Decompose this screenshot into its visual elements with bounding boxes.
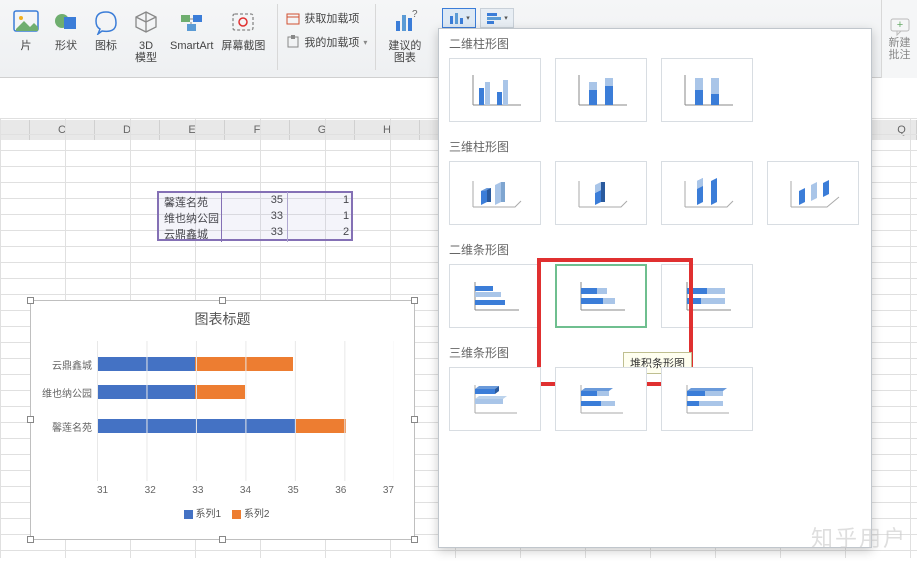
pictures-button[interactable]: 片 <box>6 4 46 54</box>
section-heading: 二维条形图 <box>439 235 871 264</box>
watermark: 知乎用户 <box>811 521 907 553</box>
bar-series1[interactable] <box>97 419 296 433</box>
section-heading: 三维柱形图 <box>439 132 871 161</box>
category-label: 维也纳公园 <box>37 385 92 400</box>
recommended-charts-button[interactable]: ? 建议的 图表 <box>384 4 425 66</box>
legend-swatch <box>184 510 193 519</box>
chevron-down-icon: ▾ <box>466 14 470 22</box>
shapes-button[interactable]: 形状 <box>46 4 86 54</box>
bar-series2[interactable] <box>296 419 346 433</box>
stacked-column-thumb[interactable] <box>555 58 647 122</box>
100pct-stacked-column-thumb[interactable] <box>661 58 753 122</box>
3d-100pct-column-thumb[interactable] <box>661 161 753 225</box>
x-axis: 31323334353637 <box>97 485 394 499</box>
section-heading: 二维柱形图 <box>439 29 871 58</box>
screenshot-button[interactable]: 屏幕截图 <box>217 4 269 54</box>
screenshot-icon <box>227 6 259 38</box>
model3d-button[interactable]: 3D 模型 <box>126 4 166 66</box>
pictures-icon <box>10 6 42 38</box>
smartart-button[interactable]: SmartArt <box>166 4 217 54</box>
chart-type-panel: 二维柱形图 三维柱形图 二维条形图 堆积条形图 三维条形图 <box>438 28 872 548</box>
clustered-bar-thumb[interactable] <box>449 264 541 328</box>
embedded-chart[interactable]: 图表标题 云鼎鑫城 维也纳公园 馨莲名苑 31323334353637 <box>30 300 415 540</box>
bar-series2[interactable] <box>195 385 245 399</box>
chevron-down-icon: ▾ <box>363 38 367 47</box>
clustered-column-thumb[interactable] <box>449 58 541 122</box>
3d-stacked-bar-thumb[interactable] <box>555 367 647 431</box>
svg-text:?: ? <box>412 9 418 20</box>
comment-icon: + <box>889 17 911 37</box>
store-icon <box>286 11 300 25</box>
chart-title[interactable]: 图表标题 <box>31 309 414 329</box>
cube-icon <box>130 6 162 38</box>
my-addins-button[interactable]: 我的加载项▾ <box>286 34 367 50</box>
shapes-icon <box>50 6 82 38</box>
smartart-icon <box>176 6 208 38</box>
column-chart-dropdown[interactable]: ▾ <box>442 8 476 28</box>
svg-text:+: + <box>896 19 902 31</box>
3d-column-thumb[interactable] <box>767 161 859 225</box>
bar-chart-dropdown[interactable]: ▾ <box>480 8 514 28</box>
3d-clustered-bar-thumb[interactable] <box>449 367 541 431</box>
selection-outline <box>157 191 353 241</box>
bar-series1[interactable] <box>97 385 195 399</box>
separator <box>277 4 278 70</box>
bar-series2[interactable] <box>195 357 293 371</box>
3d-clustered-column-thumb[interactable] <box>449 161 541 225</box>
3d-stacked-column-thumb[interactable] <box>555 161 647 225</box>
chart-type-buttons: ▾ ▾ <box>442 8 514 28</box>
new-comment-button[interactable]: + 新建 批注 <box>881 0 917 78</box>
category-label: 馨莲名苑 <box>37 419 92 434</box>
plot-area[interactable]: 云鼎鑫城 维也纳公园 馨莲名苑 <box>97 341 394 481</box>
3d-100pct-bar-thumb[interactable] <box>661 367 753 431</box>
category-label: 云鼎鑫城 <box>37 357 92 372</box>
addins-group: 获取加载项 我的加载项▾ <box>286 10 367 50</box>
icons-button[interactable]: 图标 <box>86 4 126 54</box>
chevron-down-icon: ▾ <box>504 14 508 22</box>
bar-series1[interactable] <box>97 357 195 371</box>
stacked-bar-thumb[interactable] <box>555 264 647 328</box>
100pct-stacked-bar-thumb[interactable] <box>661 264 753 328</box>
separator <box>375 4 376 70</box>
rec-chart-icon: ? <box>389 6 421 38</box>
chart-legend[interactable]: 系列1 系列2 <box>31 505 414 520</box>
icons-icon <box>90 6 122 38</box>
addins-icon <box>286 35 300 49</box>
legend-swatch <box>232 510 241 519</box>
get-addins-button[interactable]: 获取加载项 <box>286 10 367 26</box>
